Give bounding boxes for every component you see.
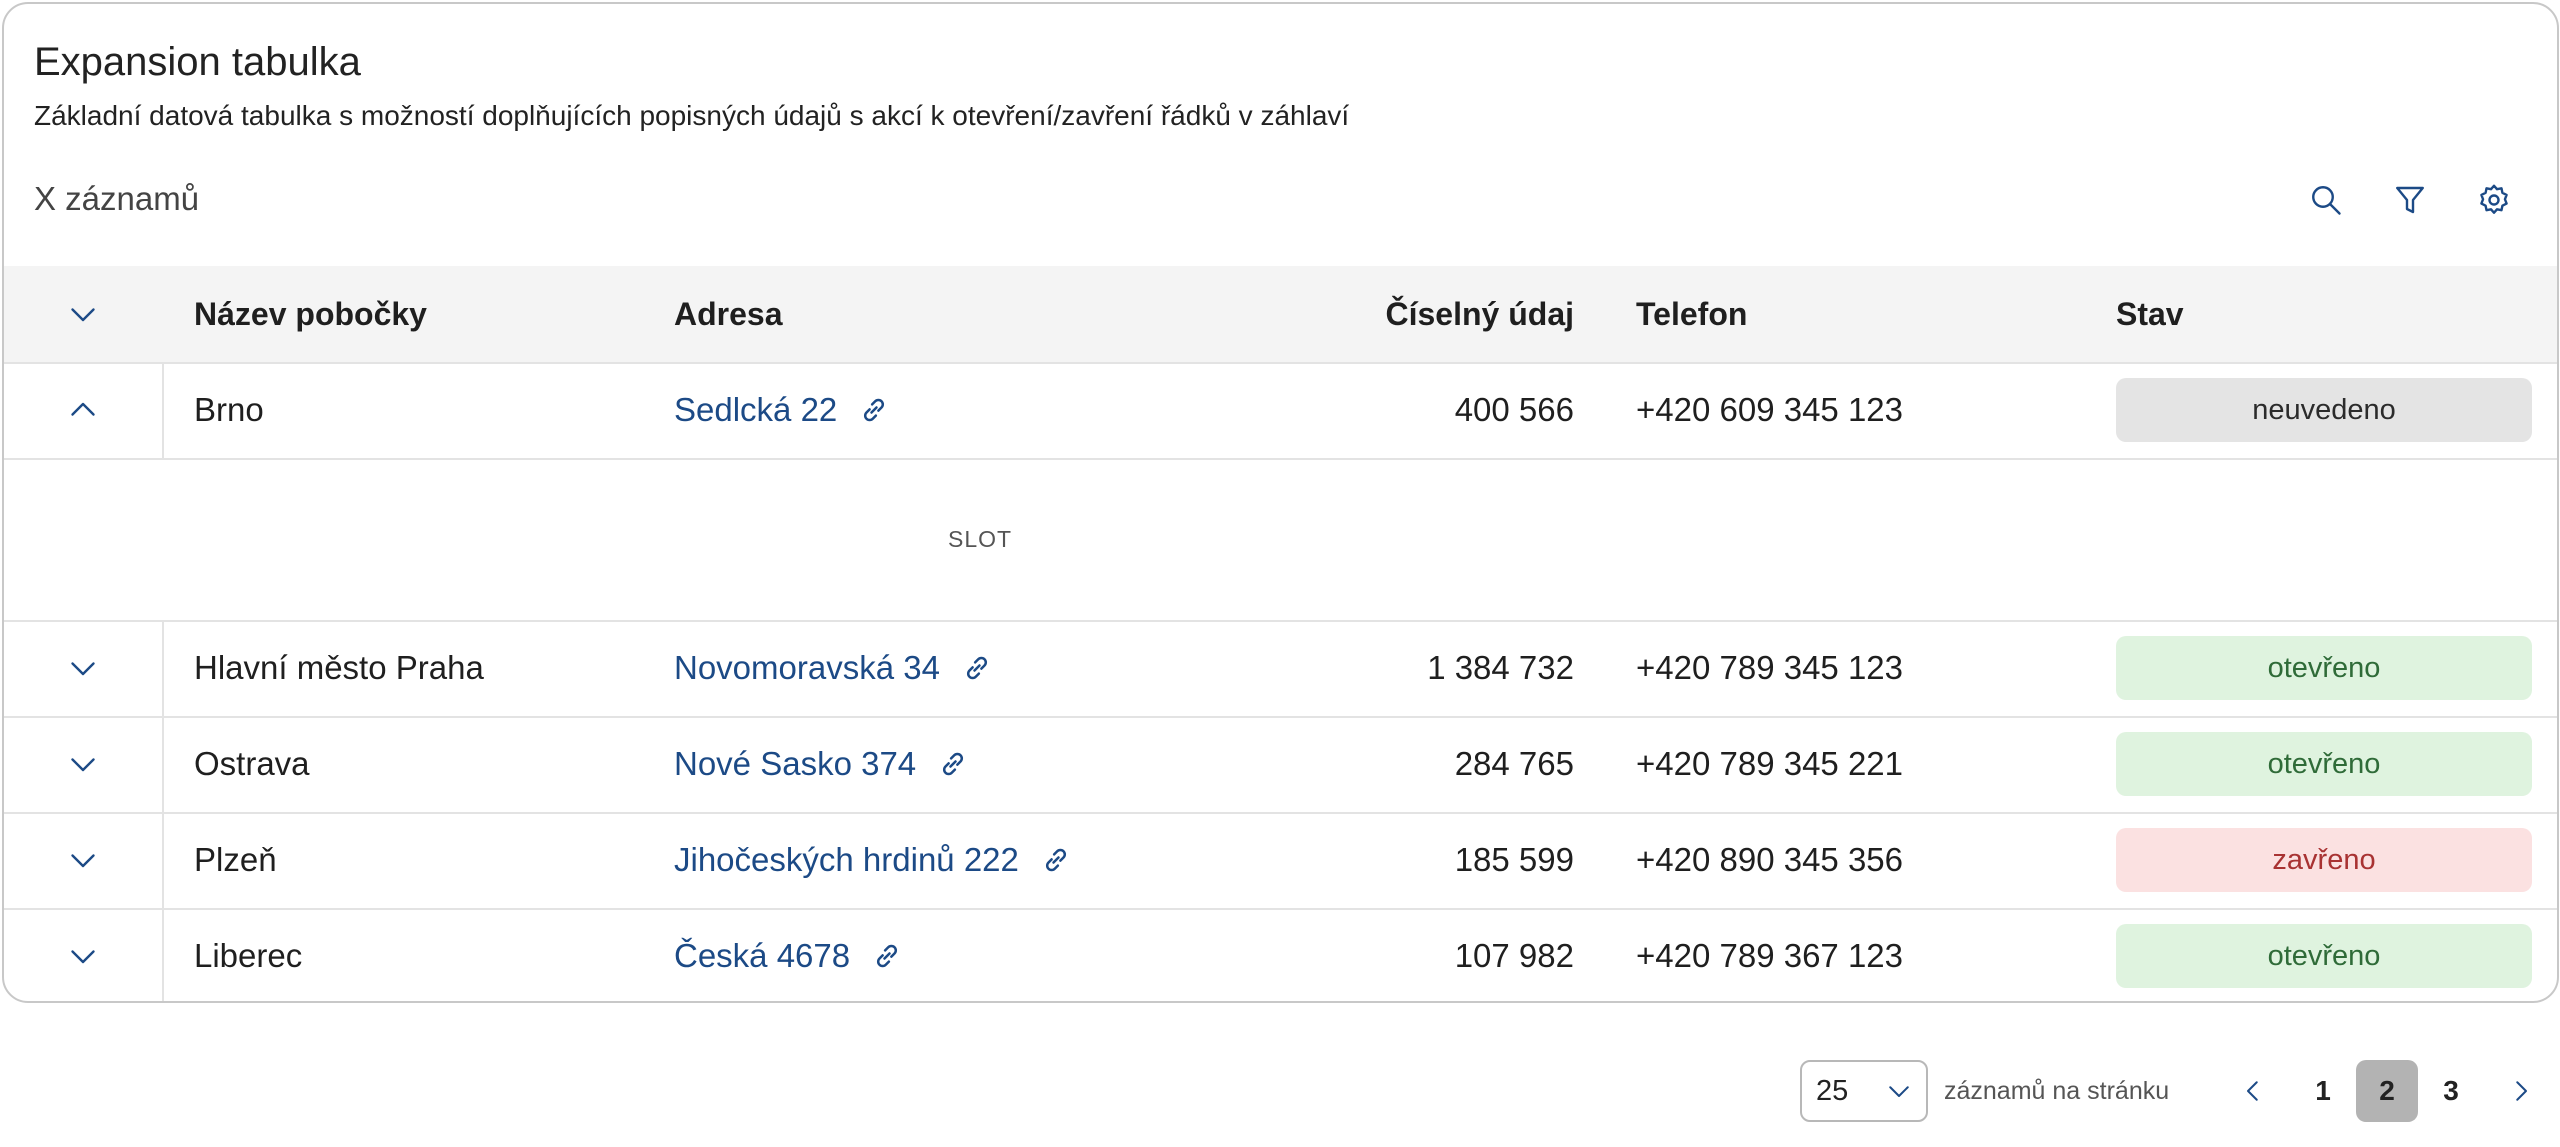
link-icon (877, 944, 898, 968)
link-icon (966, 656, 987, 680)
page-size-select[interactable]: 25 (1800, 1060, 1928, 1122)
column-header-phone[interactable]: Telefon (1636, 266, 1747, 362)
expand-row-chevron-icon[interactable] (4, 908, 164, 1001)
phone: +420 789 367 123 (1636, 937, 1904, 974)
page-button-3[interactable]: 3 (2420, 1060, 2482, 1122)
status-badge: otevřeno (2116, 636, 2532, 700)
numeric-value: 107 982 (1454, 937, 1574, 974)
slot-label: SLOT (948, 526, 1013, 552)
page-size-value[interactable]: 25 (1816, 1062, 1848, 1120)
link-icon (864, 398, 885, 422)
table-row: Liberec Česká 4678 107 982 +420 789 367 … (4, 908, 2557, 1001)
record-count: X záznamů (34, 180, 200, 217)
link-icon (1045, 848, 1066, 872)
page-button-2[interactable]: 2 (2356, 1060, 2418, 1122)
collapse-row-chevron-icon[interactable] (4, 362, 164, 458)
page-title: Expansion tabulka (34, 40, 361, 84)
branch-name: Brno (194, 391, 264, 428)
branch-name: Liberec (194, 937, 303, 974)
address-link[interactable]: Jihočeských hrdinů 222 (674, 812, 1071, 908)
branch-name: Plzeň (194, 841, 277, 878)
address-text[interactable]: Novomoravská 34 (674, 620, 940, 716)
numeric-value: 400 566 (1454, 391, 1574, 428)
status-badge: neuvedeno (2116, 378, 2532, 442)
table-header: Název pobočky Adresa Číselný údaj Telefo… (4, 266, 2557, 364)
page-subtitle: Základní datová tabulka s možností doplň… (34, 100, 1350, 131)
column-header-status[interactable]: Stav (2116, 266, 2184, 362)
link-icon (943, 752, 964, 776)
chevron-down-icon (1889, 1086, 1909, 1097)
page-button-1[interactable]: 1 (2292, 1060, 2354, 1122)
expand-row-chevron-icon[interactable] (4, 812, 164, 908)
status-badge: zavřeno (2116, 828, 2532, 892)
numeric-value: 185 599 (1454, 841, 1574, 878)
settings-icon[interactable] (2474, 180, 2514, 220)
branch-name: Hlavní město Praha (194, 649, 484, 686)
column-header-number[interactable]: Číselný údaj (1254, 266, 1575, 362)
address-link[interactable]: Nové Sasko 374 (674, 716, 968, 812)
address-text[interactable]: Nové Sasko 374 (674, 716, 916, 812)
address-link[interactable]: Sedlcká 22 (674, 362, 889, 458)
expand-row-chevron-icon[interactable] (4, 716, 164, 812)
address-link[interactable]: Česká 4678 (674, 908, 902, 1001)
phone: +420 789 345 123 (1636, 649, 1904, 686)
table-row: Ostrava Nové Sasko 374 284 765 +420 789 … (4, 716, 2557, 814)
expand-row-chevron-icon[interactable] (4, 620, 164, 716)
address-text[interactable]: Česká 4678 (674, 908, 850, 1001)
column-header-address[interactable]: Adresa (674, 266, 783, 362)
numeric-value: 284 765 (1454, 745, 1574, 782)
table-row: Hlavní město Praha Novomoravská 34 1 384… (4, 620, 2557, 718)
expanded-row-slot: SLOT (4, 458, 2557, 622)
address-text[interactable]: Jihočeských hrdinů 222 (674, 812, 1019, 908)
address-text[interactable]: Sedlcká 22 (674, 362, 837, 458)
column-header-name[interactable]: Název pobočky (194, 266, 427, 362)
phone: +420 890 345 356 (1636, 841, 1904, 878)
status-badge: otevřeno (2116, 732, 2532, 796)
phone: +420 789 345 221 (1636, 745, 1904, 782)
search-icon[interactable] (2306, 180, 2346, 220)
per-page-label: záznamů na stránku (1944, 1077, 2170, 1105)
status-badge: otevřeno (2116, 924, 2532, 988)
phone: +420 609 345 123 (1636, 391, 1904, 428)
table-row: Plzeň Jihočeských hrdinů 222 185 599 +42… (4, 812, 2557, 910)
expansion-table-card: Expansion tabulka Základní datová tabulk… (2, 2, 2559, 1003)
prev-page-icon[interactable] (2226, 1064, 2280, 1118)
filter-icon[interactable] (2390, 180, 2430, 220)
branch-name: Ostrava (194, 745, 310, 782)
table-row: Brno Sedlcká 22 400 566 +420 609 345 123… (4, 362, 2557, 460)
expand-all-chevron-icon[interactable] (4, 266, 162, 362)
next-page-icon[interactable] (2494, 1064, 2548, 1118)
numeric-value: 1 384 732 (1427, 649, 1574, 686)
address-link[interactable]: Novomoravská 34 (674, 620, 992, 716)
